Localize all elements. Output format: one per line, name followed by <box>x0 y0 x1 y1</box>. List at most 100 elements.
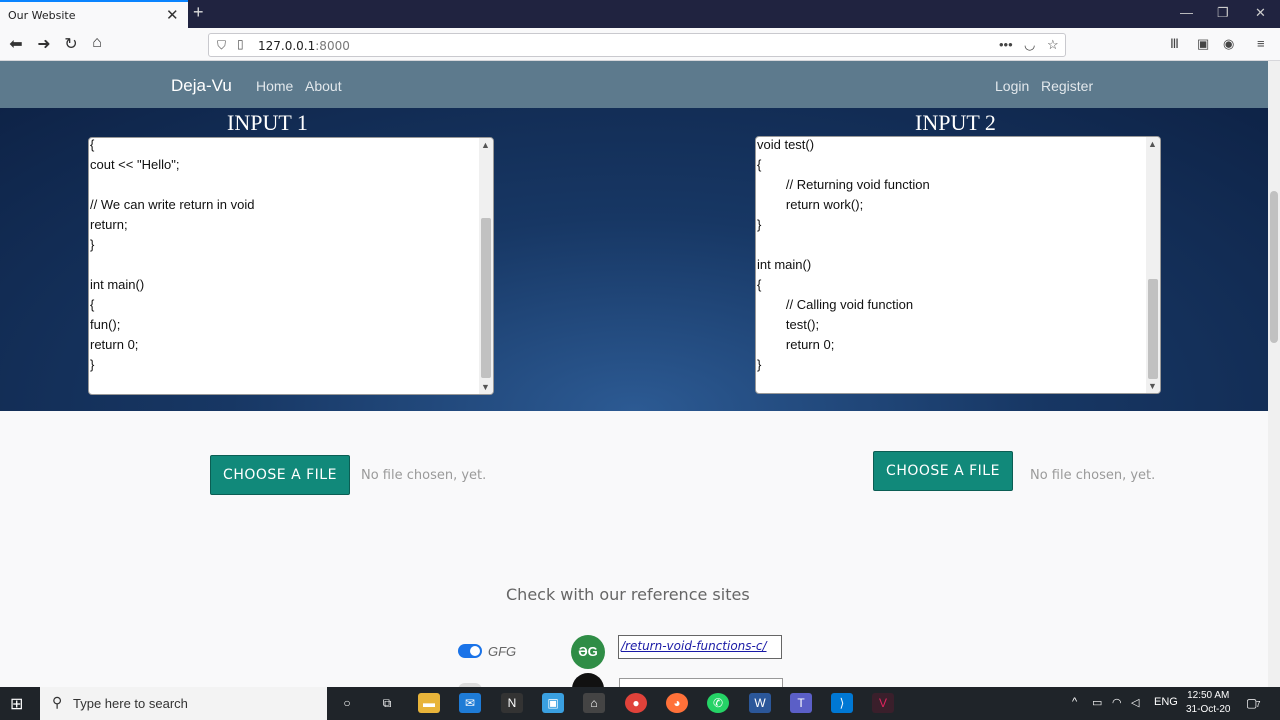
wifi-icon[interactable]: ◠ <box>1112 696 1122 709</box>
restore-icon[interactable]: ❐ <box>1217 5 1229 21</box>
code-line: int main() <box>757 257 812 272</box>
code-line: } <box>90 237 95 252</box>
vivaldi-icon[interactable]: V <box>872 693 894 713</box>
word-icon[interactable]: W <box>749 693 771 713</box>
input1-title: INPUT 1 <box>227 110 308 135</box>
battery-icon[interactable]: ▭ <box>1092 696 1102 709</box>
browser-tab[interactable]: Our Website ✕ <box>0 0 188 28</box>
scroll-up-icon[interactable]: ▲ <box>1148 139 1157 149</box>
chrome-icon[interactable]: ● <box>625 693 647 713</box>
input1-code: { cout << "Hello"; // We can write retur… <box>90 137 479 375</box>
scroll-thumb[interactable] <box>481 218 491 378</box>
site-brand[interactable]: Deja-Vu <box>171 76 232 96</box>
whatsapp-icon[interactable]: ✆ <box>707 693 729 713</box>
shield-icon[interactable]: ⛉ <box>217 38 226 53</box>
clock-date: 31-Oct-20 <box>1186 704 1231 715</box>
input1-textarea[interactable]: { cout << "Hello"; // We can write retur… <box>88 137 494 395</box>
bookmark-star-icon[interactable]: ☆ <box>1047 37 1059 53</box>
tab-title: Our Website <box>8 9 76 22</box>
code-line: } <box>757 357 762 372</box>
code-line: return; <box>90 217 128 232</box>
windows-start-icon[interactable]: ⊞ <box>10 694 23 714</box>
scroll-up-icon[interactable]: ▲ <box>481 140 490 150</box>
vscode-icon[interactable]: ⟩ <box>831 693 853 713</box>
menu-icon[interactable]: ≡ <box>1257 36 1265 51</box>
page-scrollbar[interactable] <box>1268 61 1280 687</box>
input2-title: INPUT 2 <box>915 110 996 135</box>
gfg-link-input[interactable]: /return-void-functions-c/ <box>618 635 782 659</box>
firefox-icon[interactable]: ◕ <box>666 693 688 713</box>
mail-icon[interactable]: ✉ <box>459 693 481 713</box>
new-tab-button[interactable]: + <box>193 2 204 23</box>
reference-heading: Check with our reference sites <box>506 585 750 604</box>
pocket-icon[interactable]: ◡ <box>1024 37 1035 53</box>
home-icon[interactable]: ⌂ <box>87 34 107 52</box>
library-icon[interactable]: Ⅲ <box>1170 36 1179 52</box>
scroll-down-icon[interactable]: ▼ <box>1148 381 1157 391</box>
input-section: INPUT 1 INPUT 2 { cout << "Hello"; // We… <box>0 108 1268 411</box>
input2-scrollbar[interactable]: ▲ ▼ <box>1146 137 1160 393</box>
nav-home-link[interactable]: Home <box>256 78 293 94</box>
address-bar[interactable]: ⛉ ▯ 127.0.0.1:8000 ••• ◡ ☆ <box>208 33 1066 57</box>
gfg-toggle[interactable] <box>458 644 482 658</box>
task-view-icon[interactable]: ⧉ <box>376 693 398 713</box>
nav-about-link[interactable]: About <box>305 78 342 94</box>
code-line: // Calling void function <box>757 297 914 312</box>
code-line: return 0; <box>757 337 835 352</box>
code-line: { <box>757 277 762 292</box>
input2-textarea[interactable]: void test() { // Returning void function… <box>755 136 1161 394</box>
store-icon[interactable]: ⌂ <box>583 693 605 713</box>
url-port: :8000 <box>315 39 350 53</box>
page-viewport: Deja-Vu Home About Login Register INPUT … <box>0 61 1268 687</box>
search-icon: ⚲ <box>52 694 63 710</box>
close-window-icon[interactable]: ✕ <box>1255 5 1266 21</box>
file-explorer-icon[interactable]: ▬ <box>418 693 440 713</box>
notion-icon[interactable]: N <box>501 693 523 713</box>
page-scroll-thumb[interactable] <box>1270 191 1278 343</box>
nav-register-link[interactable]: Register <box>1041 78 1093 94</box>
gfg-toggle-label: GFG <box>488 644 517 659</box>
code-line: void test() <box>757 137 815 152</box>
code-line: { <box>90 137 95 152</box>
code-line: // Returning void function <box>757 177 930 192</box>
code-line: } <box>90 357 95 372</box>
code-line: { <box>90 297 95 312</box>
site-navbar: Deja-Vu Home About Login Register <box>0 61 1268 108</box>
choose-file-button-1[interactable]: CHOOSE A FILE <box>210 455 350 495</box>
scroll-down-icon[interactable]: ▼ <box>481 382 490 392</box>
input2-code: void test() { // Returning void function… <box>757 137 1146 375</box>
close-tab-icon[interactable]: ✕ <box>166 6 179 24</box>
teams-icon[interactable]: T <box>790 693 812 713</box>
windows-taskbar: ⊞ ⚲ Type here to search ○ ⧉ ▬ ✉ N ▣ ⌂ ● … <box>0 687 1280 720</box>
code-line: test(); <box>757 317 820 332</box>
second-site-logo <box>572 673 604 687</box>
language-indicator[interactable]: ENG <box>1154 696 1178 708</box>
volume-icon[interactable]: ◁ <box>1131 696 1139 709</box>
system-clock[interactable]: 12:50 AM 31-Oct-20 <box>1186 689 1230 717</box>
taskbar-search-box[interactable]: ⚲ Type here to search <box>40 687 327 720</box>
tray-chevron-icon[interactable]: ^ <box>1072 696 1077 708</box>
page-actions-icon[interactable]: ••• <box>999 37 1013 52</box>
input1-scrollbar[interactable]: ▲ ▼ <box>479 138 493 394</box>
back-icon[interactable]: ⬅ <box>6 34 26 54</box>
photos-icon[interactable]: ▣ <box>542 693 564 713</box>
account-icon[interactable]: ◉ <box>1223 36 1234 52</box>
second-link-input[interactable] <box>619 678 783 687</box>
code-line: { <box>757 157 762 172</box>
cortana-icon[interactable]: ○ <box>336 693 358 713</box>
file-status-1: No file chosen, yet. <box>361 468 487 483</box>
code-line: } <box>757 217 762 232</box>
forward-icon[interactable]: ➜ <box>34 34 54 54</box>
minimize-icon[interactable]: — <box>1180 5 1193 20</box>
reload-icon[interactable]: ↻ <box>61 34 81 54</box>
code-line: int main() <box>90 277 145 292</box>
browser-toolbar: ⬅ ➜ ↻ ⌂ ⛉ ▯ 127.0.0.1:8000 ••• ◡ ☆ Ⅲ ▣ ◉… <box>0 28 1280 61</box>
url-text[interactable]: 127.0.0.1:8000 <box>258 39 350 53</box>
scroll-thumb[interactable] <box>1148 279 1158 379</box>
nav-login-link[interactable]: Login <box>995 78 1029 94</box>
browser-titlebar: Our Website ✕ + — ❐ ✕ <box>0 0 1280 28</box>
choose-file-button-2[interactable]: CHOOSE A FILE <box>873 451 1013 491</box>
sidebar-icon[interactable]: ▣ <box>1197 36 1209 52</box>
